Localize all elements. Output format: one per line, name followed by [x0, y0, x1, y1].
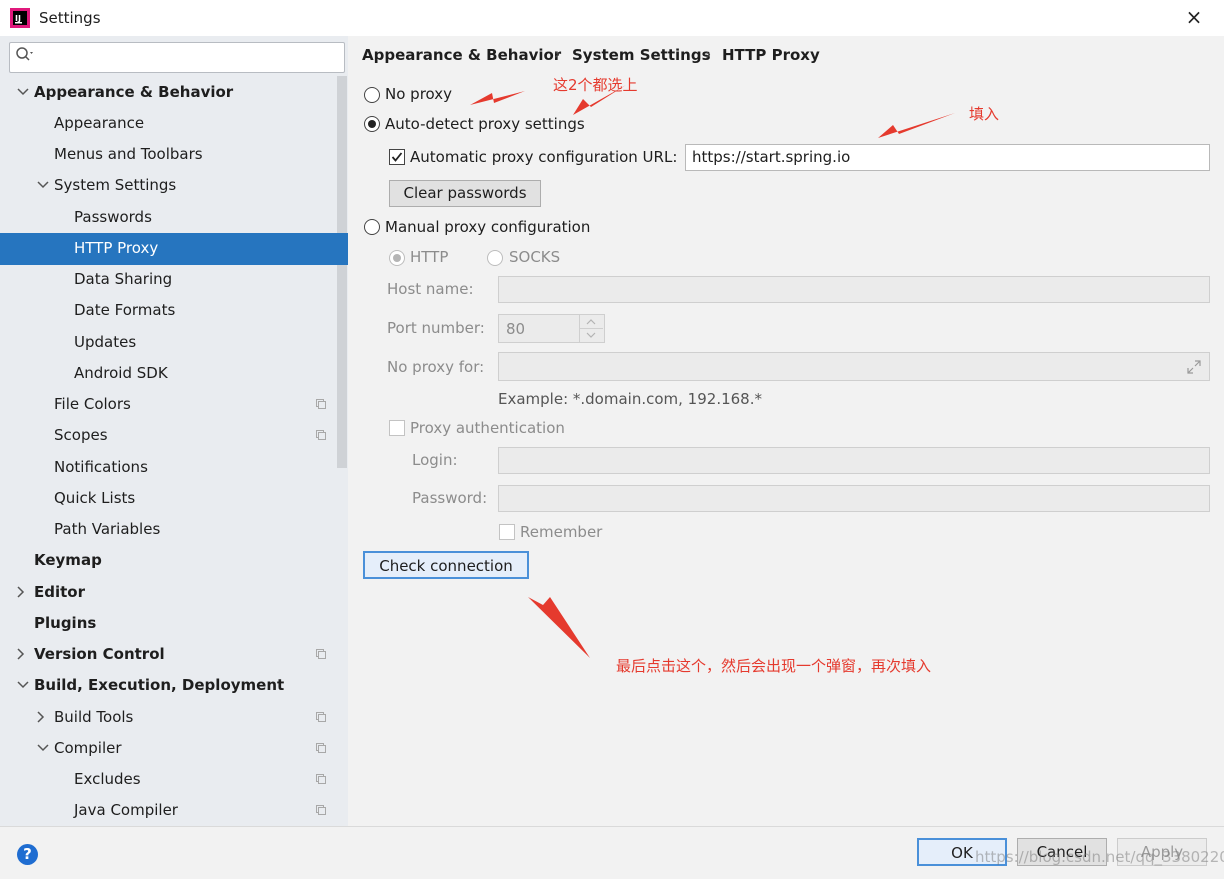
- project-settings-icon: [316, 430, 326, 440]
- sidebar-item-appearance-behavior[interactable]: Appearance & Behavior: [34, 81, 233, 103]
- arrow-to-check-connection-icon: [528, 597, 590, 658]
- annotation-fill-in: 填入: [969, 105, 1000, 123]
- manual-proxy-radio[interactable]: [364, 219, 380, 235]
- sidebar-item-plugins[interactable]: Plugins: [34, 612, 96, 634]
- auto-config-url-checkbox[interactable]: [389, 149, 405, 165]
- project-settings-icon: [316, 649, 326, 659]
- watermark: https://blog.csdn.net/qq_33802206: [975, 848, 1224, 866]
- sidebar-item-updates[interactable]: Updates: [74, 331, 136, 353]
- annotation-both-selected: 这2个都选上: [553, 76, 638, 94]
- search-icon: [16, 47, 33, 61]
- chevron-down-icon[interactable]: [36, 178, 50, 192]
- sidebar-item-http-proxy[interactable]: HTTP Proxy: [74, 237, 158, 259]
- help-icon[interactable]: ?: [17, 844, 38, 865]
- auto-detect-radio[interactable]: [364, 116, 380, 132]
- breadcrumb-appearance-behavior: Appearance & Behavior: [362, 46, 562, 64]
- no-proxy-radio[interactable]: [364, 87, 380, 103]
- svg-text:IJ: IJ: [15, 14, 21, 23]
- annotation-arrows: [470, 85, 955, 658]
- sidebar-item-path-variables[interactable]: Path Variables: [54, 518, 160, 540]
- sidebar-item-notifications[interactable]: Notifications: [54, 456, 148, 478]
- breadcrumb-separator: ›: [705, 45, 712, 63]
- project-settings-icon: [316, 774, 326, 784]
- project-settings-icon: [316, 805, 326, 815]
- sidebar-item-java-compiler[interactable]: Java Compiler: [74, 799, 178, 821]
- project-settings-icon: [316, 399, 326, 409]
- proxy-auth-checkbox[interactable]: [389, 420, 405, 436]
- sidebar-item-android-sdk[interactable]: Android SDK: [74, 362, 168, 384]
- sidebar-item-file-colors[interactable]: File Colors: [54, 393, 131, 415]
- close-window-button[interactable]: ×: [1184, 5, 1204, 29]
- chevron-down-icon[interactable]: [16, 85, 30, 99]
- chevron-down-icon[interactable]: [16, 678, 30, 692]
- sidebar-item-keymap[interactable]: Keymap: [34, 549, 102, 571]
- sidebar-selection-highlight: [0, 233, 348, 265]
- annotation-last-click: 最后点击这个，然后会出现一个弹窗，再次填入: [616, 657, 932, 675]
- http-radio[interactable]: [389, 250, 405, 266]
- sidebar-item-build-tools[interactable]: Build Tools: [54, 706, 133, 728]
- sidebar-item-appearance[interactable]: Appearance: [54, 112, 144, 134]
- sidebar-scrollbar[interactable]: [337, 76, 347, 468]
- intellij-app-icon: IJ: [10, 8, 30, 28]
- chevron-down-icon[interactable]: [36, 741, 50, 755]
- chevron-right-icon[interactable]: [34, 710, 48, 724]
- breadcrumb-separator: ›: [554, 45, 561, 63]
- sidebar-item-date-formats[interactable]: Date Formats: [74, 299, 175, 321]
- arrow-to-url-field-icon: [878, 113, 955, 138]
- sidebar-item-version-control[interactable]: Version Control: [34, 643, 165, 665]
- sidebar-item-scopes[interactable]: Scopes: [54, 424, 108, 446]
- arrow-to-no-proxy-icon: [470, 91, 525, 105]
- sidebar-item-compiler[interactable]: Compiler: [54, 737, 122, 759]
- sidebar-item-data-sharing[interactable]: Data Sharing: [74, 268, 172, 290]
- project-settings-icon: [316, 712, 326, 722]
- breadcrumb-system-settings: System Settings: [572, 46, 711, 64]
- sidebar-item-build-execution-deployment[interactable]: Build, Execution, Deployment: [34, 674, 284, 696]
- chevron-right-icon[interactable]: [14, 647, 28, 661]
- project-settings-icon: [316, 743, 326, 753]
- sidebar-item-menus-toolbars[interactable]: Menus and Toolbars: [54, 143, 203, 165]
- sidebar-item-system-settings[interactable]: System Settings: [54, 174, 176, 196]
- window-title: Settings: [39, 9, 101, 27]
- expand-icon[interactable]: [1186, 359, 1202, 375]
- sidebar-item-editor[interactable]: Editor: [34, 581, 85, 603]
- title-bar: [0, 0, 1224, 36]
- sidebar-item-quick-lists[interactable]: Quick Lists: [54, 487, 135, 509]
- checkmark-icon: [391, 152, 403, 162]
- breadcrumb-http-proxy: HTTP Proxy: [722, 46, 820, 64]
- settings-search-input[interactable]: [9, 42, 345, 73]
- chevron-right-icon[interactable]: [14, 585, 28, 599]
- sidebar-item-passwords[interactable]: Passwords: [74, 206, 152, 228]
- sidebar-item-excludes[interactable]: Excludes: [74, 768, 141, 790]
